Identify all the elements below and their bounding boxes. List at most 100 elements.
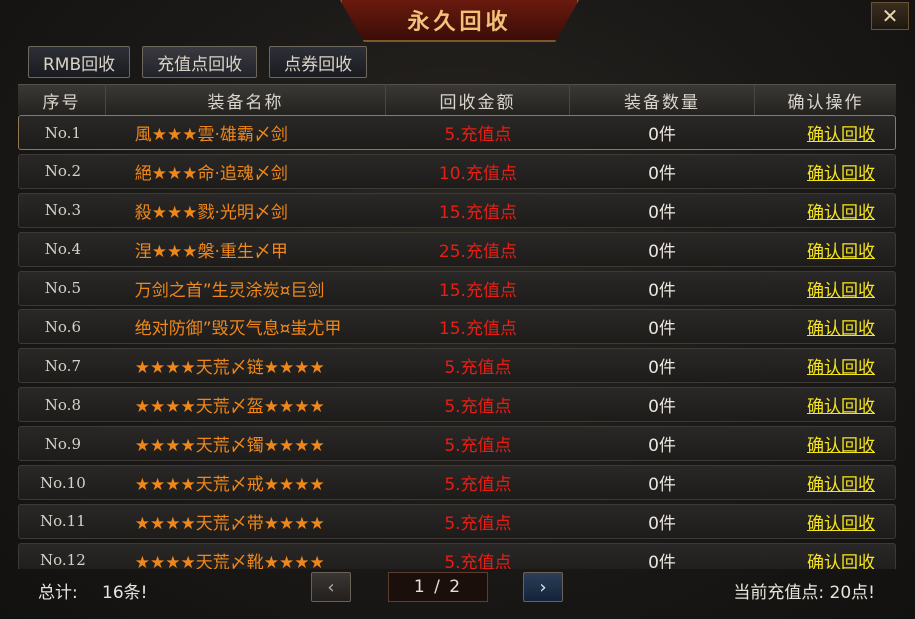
recycle-amount: 5.充值点 (444, 552, 512, 569)
action-cell: 确认回收 (754, 194, 895, 227)
page-indicator: 1 / 2 (388, 572, 488, 602)
item-quantity: 0件 (648, 475, 676, 496)
confirm-recycle-link[interactable]: 确认回收 (807, 159, 875, 184)
recycle-amount: 5.充值点 (444, 475, 512, 496)
item-quantity: 0件 (648, 202, 676, 223)
panel-title: 永久回收 (407, 10, 512, 35)
table-row: No.6 绝对防御”毁灭气息¤蚩尤甲 15.充值点 0件 确认回收 (18, 309, 896, 345)
action-cell: 确认回收 (754, 310, 895, 343)
row-index: No.12 (40, 551, 86, 569)
confirm-recycle-link[interactable]: 确认回收 (807, 509, 875, 534)
footer-bar: 总计: 16条! ‹ 1 / 2 › 当前充值点: 20点! (0, 570, 915, 610)
item-name: 万剑之首”生灵涂炭¤巨剑 (134, 280, 325, 301)
total-label: 总计: (38, 583, 78, 603)
chevron-left-icon: ‹ (327, 576, 335, 598)
table-header: 序号 装备名称 回收金额 装备数量 确认操作 (18, 84, 896, 116)
row-index: No.3 (44, 201, 81, 220)
item-name: 絕★★★命·追魂〆剑 (134, 163, 288, 184)
column-header-item-name: 装备名称 (106, 85, 386, 115)
tab-coupon-recycle[interactable]: 点券回收 (269, 46, 368, 78)
recycle-amount: 10.充值点 (438, 163, 517, 184)
action-cell: 确认回收 (754, 233, 895, 266)
item-name: 涅★★★槃·重生〆甲 (134, 241, 288, 262)
item-name: ★★★★天荒〆靴★★★★ (134, 552, 325, 569)
prev-page-button[interactable]: ‹ (311, 572, 351, 602)
item-quantity: 0件 (648, 319, 676, 340)
action-cell: 确认回收 (754, 349, 895, 382)
row-index: No.1 (44, 123, 81, 142)
confirm-recycle-link[interactable]: 确认回收 (807, 314, 875, 339)
table-row: No.7 ★★★★天荒〆链★★★★ 5.充值点 0件 确认回收 (18, 348, 896, 384)
row-index: No.4 (44, 240, 81, 259)
table-row: No.10 ★★★★天荒〆戒★★★★ 5.充值点 0件 确认回收 (18, 465, 896, 501)
item-quantity: 0件 (648, 552, 676, 569)
total-count: 16条! (102, 583, 148, 603)
item-name: ★★★★天荒〆链★★★★ (134, 358, 325, 379)
item-quantity: 0件 (648, 358, 676, 379)
column-header-action: 确认操作 (787, 92, 864, 113)
confirm-recycle-link[interactable]: 确认回收 (807, 276, 875, 301)
table-row: No.2 絕★★★命·追魂〆剑 10.充值点 0件 确认回收 (18, 153, 896, 189)
recycle-panel: 永久回收 ✕ RMB回收 充值点回收 点券回收 序号 装备名称 回收金额 装备数… (0, 0, 915, 619)
action-cell: 确认回收 (754, 155, 895, 188)
table-row: No.11 ★★★★天荒〆带★★★★ 5.充值点 0件 确认回收 (18, 503, 896, 539)
action-cell: 确认回收 (754, 466, 895, 499)
item-name: ★★★★天荒〆戒★★★★ (134, 475, 325, 496)
item-name: ★★★★天荒〆带★★★★ (134, 513, 325, 534)
item-quantity: 0件 (648, 163, 676, 184)
row-index: No.2 (44, 162, 81, 181)
action-cell: 确认回收 (754, 388, 895, 421)
title-tab: 永久回收 (340, 0, 579, 42)
item-name: ★★★★天荒〆盔★★★★ (134, 397, 325, 418)
recycle-amount: 15.充值点 (438, 280, 517, 301)
action-cell: 确认回收 (754, 427, 895, 460)
item-name: 绝对防御”毁灭气息¤蚩尤甲 (134, 319, 342, 340)
row-index: No.6 (44, 317, 81, 336)
confirm-recycle-link[interactable]: 确认回收 (807, 237, 875, 262)
confirm-recycle-link[interactable]: 确认回收 (807, 548, 875, 569)
item-quantity: 0件 (648, 513, 676, 534)
tab-points-recycle[interactable]: 充值点回收 (142, 46, 258, 78)
recycle-amount: 5.充值点 (444, 358, 512, 379)
tab-bar: RMB回收 充值点回收 点券回收 (28, 46, 368, 78)
confirm-recycle-link[interactable]: 确认回收 (807, 431, 875, 456)
item-quantity: 0件 (648, 280, 676, 301)
column-header-index: 序号 (18, 85, 106, 115)
recycle-amount: 5.充值点 (444, 397, 512, 418)
close-button[interactable]: ✕ (871, 2, 909, 30)
item-table: No.1 風★★★雲·雄霸〆剑 5.充值点 0件 确认回收 No.2 絕★★★命·追魂〆剑 1… (18, 115, 896, 569)
confirm-recycle-link[interactable]: 确认回收 (807, 353, 875, 378)
confirm-recycle-link[interactable]: 确认回收 (807, 198, 875, 223)
row-index: No.7 (44, 356, 81, 375)
action-cell: 确认回收 (754, 272, 895, 305)
table-row: No.5 万剑之首”生灵涂炭¤巨剑 15.充值点 0件 确认回收 (18, 270, 896, 306)
item-quantity: 0件 (648, 397, 676, 418)
recycle-amount: 5.充值点 (444, 513, 512, 534)
row-index: No.11 (40, 512, 86, 531)
close-icon: ✕ (881, 4, 899, 28)
row-index: No.8 (44, 395, 81, 414)
recycle-amount: 5.充值点 (444, 125, 512, 145)
confirm-recycle-link[interactable]: 确认回收 (807, 120, 875, 145)
column-header-quantity: 装备数量 (570, 85, 755, 115)
recycle-amount: 15.充值点 (438, 319, 517, 340)
next-page-button[interactable]: › (523, 572, 563, 602)
item-quantity: 0件 (648, 241, 676, 262)
action-cell: 确认回收 (754, 544, 895, 569)
current-points: 当前充值点: 20点! (733, 583, 875, 603)
confirm-recycle-link[interactable]: 确认回收 (807, 392, 875, 417)
confirm-recycle-link[interactable]: 确认回收 (807, 470, 875, 495)
table-row: No.8 ★★★★天荒〆盔★★★★ 5.充值点 0件 确认回收 (18, 387, 896, 423)
item-name: 風★★★雲·雄霸〆剑 (134, 125, 288, 145)
action-cell: 确认回收 (754, 116, 895, 149)
table-row: No.12 ★★★★天荒〆靴★★★★ 5.充值点 0件 确认回收 (18, 542, 896, 569)
item-name: 殺★★★戮·光明〆剑 (134, 202, 288, 223)
table-row: No.4 涅★★★槃·重生〆甲 25.充值点 0件 确认回收 (18, 231, 896, 267)
chevron-right-icon: › (539, 576, 547, 598)
table-row: No.9 ★★★★天荒〆镯★★★★ 5.充值点 0件 确认回收 (18, 426, 896, 462)
tab-rmb-recycle[interactable]: RMB回收 (28, 46, 131, 78)
recycle-amount: 25.充值点 (438, 241, 517, 262)
table-row: No.1 風★★★雲·雄霸〆剑 5.充值点 0件 确认回收 (18, 115, 896, 150)
row-index: No.5 (44, 279, 81, 298)
row-index: No.10 (40, 473, 86, 492)
